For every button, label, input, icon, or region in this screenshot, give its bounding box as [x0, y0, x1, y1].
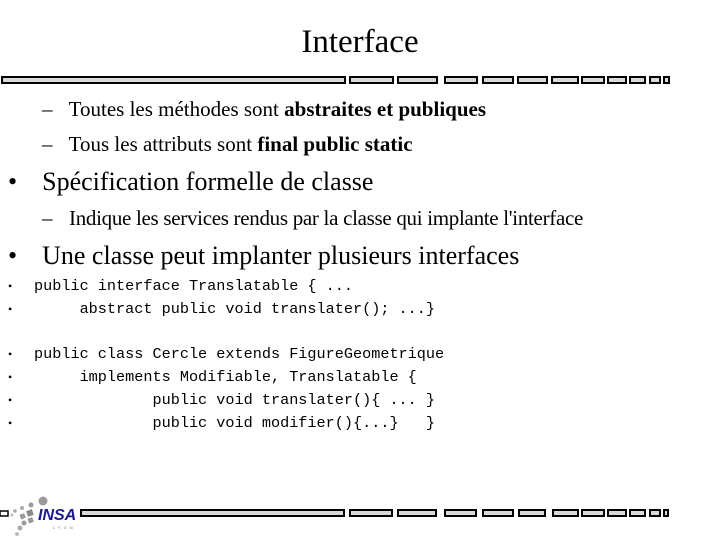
- code-line: public void modifier(){...} }: [34, 414, 436, 432]
- dash-marker: –: [42, 206, 53, 230]
- code-line: public void translater(){ ... }: [34, 391, 436, 409]
- code-bullet: •: [8, 302, 13, 316]
- dash-marker: –: [42, 97, 53, 121]
- code-bullet: •: [8, 393, 13, 407]
- sub-item-text: Indique les services rendus par la class…: [69, 206, 584, 230]
- code-line: abstract public void translater(); ...}: [34, 300, 436, 318]
- slide-title: Interface: [301, 24, 419, 60]
- dash-marker: –: [42, 132, 53, 156]
- code-bullet: •: [8, 279, 13, 293]
- bullet-text: Spécification formelle de classe: [42, 167, 374, 196]
- footer-divider: [0, 509, 720, 517]
- code-bullet: •: [8, 416, 13, 430]
- logo-subtext: LYON: [53, 525, 76, 530]
- bullet-item: • Une classe peut implanter plusieurs in…: [8, 240, 519, 272]
- bullet-item: • Spécification formelle de classe: [8, 166, 373, 198]
- bullet-marker: •: [8, 167, 18, 196]
- sub-item-text: Tous les attributs sont: [68, 132, 258, 156]
- code-line: implements Modifiable, Translatable {: [34, 368, 417, 386]
- insa-logo: INSA LYON: [0, 496, 90, 540]
- code-bullet: •: [8, 347, 13, 361]
- sub-item: – Indique les services rendus par la cla…: [42, 205, 583, 231]
- insa-logo-icon: INSA LYON: [0, 496, 76, 536]
- sub-item: – Toutes les méthodes sont abstraites et…: [42, 96, 486, 122]
- sub-item-text: Toutes les méthodes sont: [68, 97, 285, 121]
- sub-item-bold-text: final public static: [257, 132, 413, 156]
- code-line: public interface Translatable { ...: [34, 277, 353, 295]
- title-divider: [0, 76, 720, 84]
- sub-item: – Tous les attributs sont final public s…: [42, 131, 413, 157]
- bullet-marker: •: [8, 241, 18, 270]
- code-line: public class Cercle extends FigureGeomet…: [34, 345, 445, 363]
- code-bullet: •: [8, 370, 13, 384]
- bullet-text: Une classe peut implanter plusieurs inte…: [42, 241, 520, 270]
- sub-item-bold-text: abstraites et publiques: [284, 97, 486, 121]
